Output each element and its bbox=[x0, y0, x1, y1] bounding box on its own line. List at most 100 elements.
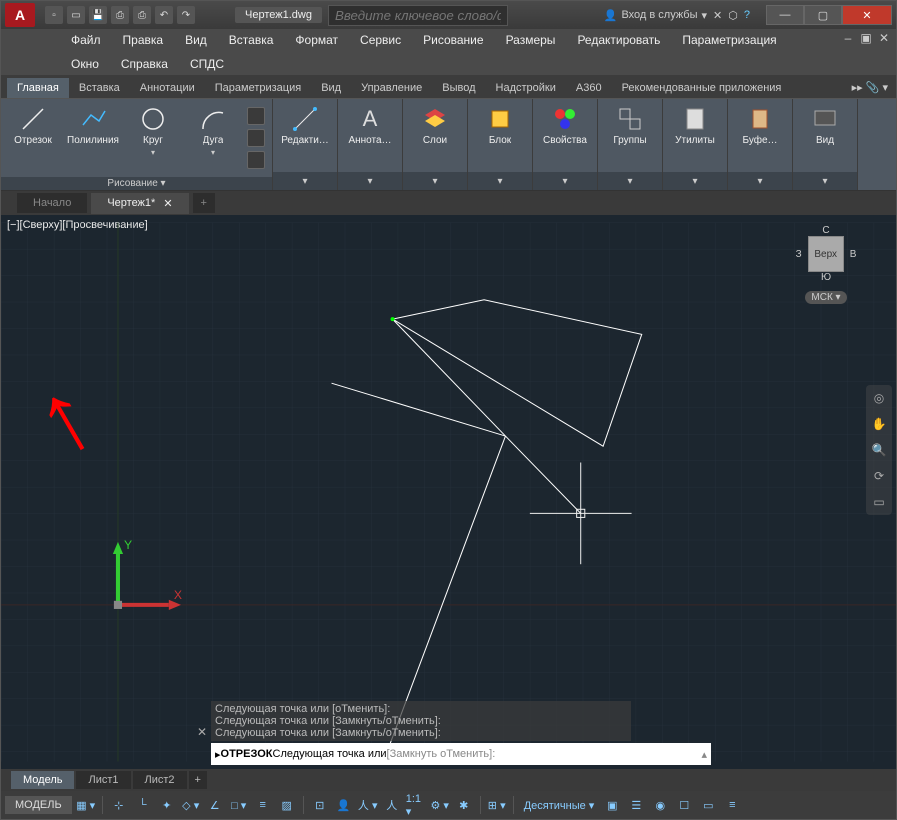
panel-arrow[interactable]: ▾ bbox=[793, 172, 857, 190]
wcs-button[interactable]: МСК ▾ bbox=[805, 291, 846, 304]
tab-parametric[interactable]: Параметризация bbox=[205, 78, 311, 98]
utilities-button[interactable]: Утилиты bbox=[665, 103, 725, 148]
close-tab-icon[interactable]: ✕ bbox=[163, 197, 172, 210]
menu-window[interactable]: Окно bbox=[61, 55, 109, 73]
annotation-button[interactable]: AАннота… bbox=[340, 103, 400, 148]
undo-icon[interactable]: ↶ bbox=[155, 6, 173, 24]
panel-arrow[interactable]: ▾ bbox=[273, 172, 337, 190]
tab-insert[interactable]: Вставка bbox=[69, 78, 130, 98]
saveas-icon[interactable]: ⎙ bbox=[111, 6, 129, 24]
panel-arrow[interactable]: ▾ bbox=[663, 172, 727, 190]
arc-button[interactable]: Дуга▾ bbox=[183, 103, 243, 159]
hatch-icon[interactable] bbox=[247, 129, 265, 147]
new-tab-button[interactable]: + bbox=[193, 193, 215, 213]
menu-dimension[interactable]: Размеры bbox=[496, 31, 566, 49]
filter-icon[interactable]: 人 bbox=[382, 795, 402, 815]
panel-arrow[interactable]: ▾ bbox=[533, 172, 597, 190]
circle-button[interactable]: Круг▾ bbox=[123, 103, 183, 159]
clipboard-button[interactable]: Буфе… bbox=[730, 103, 790, 148]
ribbon-expand-icon[interactable]: ▸▸ 📎 ▾ bbox=[844, 77, 896, 98]
minimize-button[interactable]: — bbox=[766, 5, 804, 25]
osnap-toggle-icon[interactable]: ∠ bbox=[205, 795, 225, 815]
doctab-start[interactable]: Начало bbox=[17, 193, 87, 213]
lineweight-icon[interactable]: ≡ bbox=[253, 795, 273, 815]
lock-ui-icon[interactable]: ☰ bbox=[626, 795, 646, 815]
otrack-toggle-icon[interactable]: □ ▾ bbox=[229, 795, 249, 815]
dynamic-ucs-icon[interactable]: 人 ▾ bbox=[358, 795, 378, 815]
units-dropdown[interactable]: Десятичные ▾ bbox=[520, 795, 599, 815]
groups-button[interactable]: Группы bbox=[600, 103, 660, 148]
menu-tools[interactable]: Сервис bbox=[350, 31, 411, 49]
steering-wheel-icon[interactable]: ◎ bbox=[870, 389, 888, 407]
layers-button[interactable]: Слои bbox=[405, 103, 465, 148]
layout-sheet2[interactable]: Лист2 bbox=[133, 771, 187, 789]
cmd-close-icon[interactable]: ✕ bbox=[197, 725, 207, 739]
3dosnap-icon[interactable]: 👤 bbox=[334, 795, 354, 815]
cmd-dropdown-icon[interactable]: ▴ bbox=[701, 748, 707, 761]
doc-minimize-icon[interactable]: – bbox=[840, 31, 856, 45]
polar-toggle-icon[interactable]: ✦ bbox=[157, 795, 177, 815]
grid-toggle-icon[interactable]: ▦ ▾ bbox=[76, 795, 96, 815]
gear-icon[interactable]: ⚙ ▾ bbox=[430, 795, 450, 815]
tab-home[interactable]: Главная bbox=[7, 78, 69, 98]
menu-edit[interactable]: Правка bbox=[113, 31, 174, 49]
signin-button[interactable]: 👤 Вход в службы ▾ bbox=[604, 9, 707, 22]
isodraft-icon[interactable]: ◇ ▾ bbox=[181, 795, 201, 815]
tab-output[interactable]: Вывод bbox=[432, 78, 485, 98]
ellipse-icon[interactable] bbox=[247, 151, 265, 169]
line-button[interactable]: Отрезок bbox=[3, 103, 63, 148]
quick-properties-icon[interactable]: ▣ bbox=[602, 795, 622, 815]
cycling-icon[interactable]: ⊡ bbox=[310, 795, 330, 815]
clean-screen-icon[interactable]: ▭ bbox=[698, 795, 718, 815]
menu-format[interactable]: Формат bbox=[285, 31, 348, 49]
tab-a360[interactable]: A360 bbox=[566, 78, 612, 98]
modelspace-button[interactable]: МОДЕЛЬ bbox=[5, 796, 72, 814]
menu-modify[interactable]: Редактировать bbox=[567, 31, 670, 49]
isolate-icon[interactable]: ☐ bbox=[674, 795, 694, 815]
tab-manage[interactable]: Управление bbox=[351, 78, 432, 98]
showmotion-icon[interactable]: ▭ bbox=[870, 493, 888, 511]
draw-panel-title[interactable]: Рисование ▾ bbox=[1, 177, 272, 190]
tab-featured[interactable]: Рекомендованные приложения bbox=[612, 78, 792, 98]
ortho-toggle-icon[interactable]: └ bbox=[133, 795, 153, 815]
doc-close-icon[interactable]: ✕ bbox=[876, 31, 892, 45]
drawing-canvas[interactable]: [−][Сверху][Просвечивание] X Y bbox=[1, 215, 896, 769]
search-input[interactable] bbox=[328, 5, 508, 26]
rectangle-icon[interactable] bbox=[247, 107, 265, 125]
transparency-icon[interactable]: ▨ bbox=[277, 795, 297, 815]
help-icon[interactable]: ? bbox=[744, 9, 750, 21]
panel-arrow[interactable]: ▾ bbox=[728, 172, 792, 190]
annoscale-icon[interactable]: 1:1 ▾ bbox=[406, 795, 426, 815]
menu-file[interactable]: Файл bbox=[61, 31, 111, 49]
zoom-icon[interactable]: 🔍 bbox=[870, 441, 888, 459]
new-icon[interactable]: ▫ bbox=[45, 6, 63, 24]
annotation-visibility-icon[interactable]: ✱ bbox=[454, 795, 474, 815]
panel-arrow[interactable]: ▾ bbox=[403, 172, 467, 190]
customize-icon[interactable]: ≡ bbox=[722, 795, 742, 815]
command-line[interactable]: ▸ ОТРЕЗОК Следующая точка или [Замкнуть … bbox=[211, 743, 711, 765]
save-icon[interactable]: 💾 bbox=[89, 6, 107, 24]
polyline-button[interactable]: Полилиния bbox=[63, 103, 123, 148]
panel-arrow[interactable]: ▾ bbox=[338, 172, 402, 190]
tab-annotate[interactable]: Аннотации bbox=[130, 78, 205, 98]
open-icon[interactable]: ▭ bbox=[67, 6, 85, 24]
properties-button[interactable]: Свойства bbox=[535, 103, 595, 148]
panel-arrow[interactable]: ▾ bbox=[468, 172, 532, 190]
layout-sheet1[interactable]: Лист1 bbox=[76, 771, 130, 789]
menu-parametric[interactable]: Параметризация bbox=[672, 31, 786, 49]
redo-icon[interactable]: ↷ bbox=[177, 6, 195, 24]
layout-model[interactable]: Модель bbox=[11, 771, 74, 789]
print-icon[interactable]: ⎙ bbox=[133, 6, 151, 24]
doctab-drawing1[interactable]: Чертеж1*✕ bbox=[91, 193, 188, 214]
menu-draw[interactable]: Рисование bbox=[413, 31, 493, 49]
orbit-icon[interactable]: ⟳ bbox=[870, 467, 888, 485]
snap-toggle-icon[interactable]: ⊹ bbox=[109, 795, 129, 815]
app-logo[interactable]: A bbox=[5, 3, 35, 27]
pan-icon[interactable]: ✋ bbox=[870, 415, 888, 433]
close-button[interactable]: ✕ bbox=[842, 5, 892, 25]
cloud-icon[interactable]: ⬡ bbox=[728, 9, 738, 22]
maximize-button[interactable]: ▢ bbox=[804, 5, 842, 25]
doc-restore-icon[interactable]: ▣ bbox=[858, 31, 874, 45]
view-button[interactable]: Вид bbox=[795, 103, 855, 148]
menu-help[interactable]: Справка bbox=[111, 55, 178, 73]
